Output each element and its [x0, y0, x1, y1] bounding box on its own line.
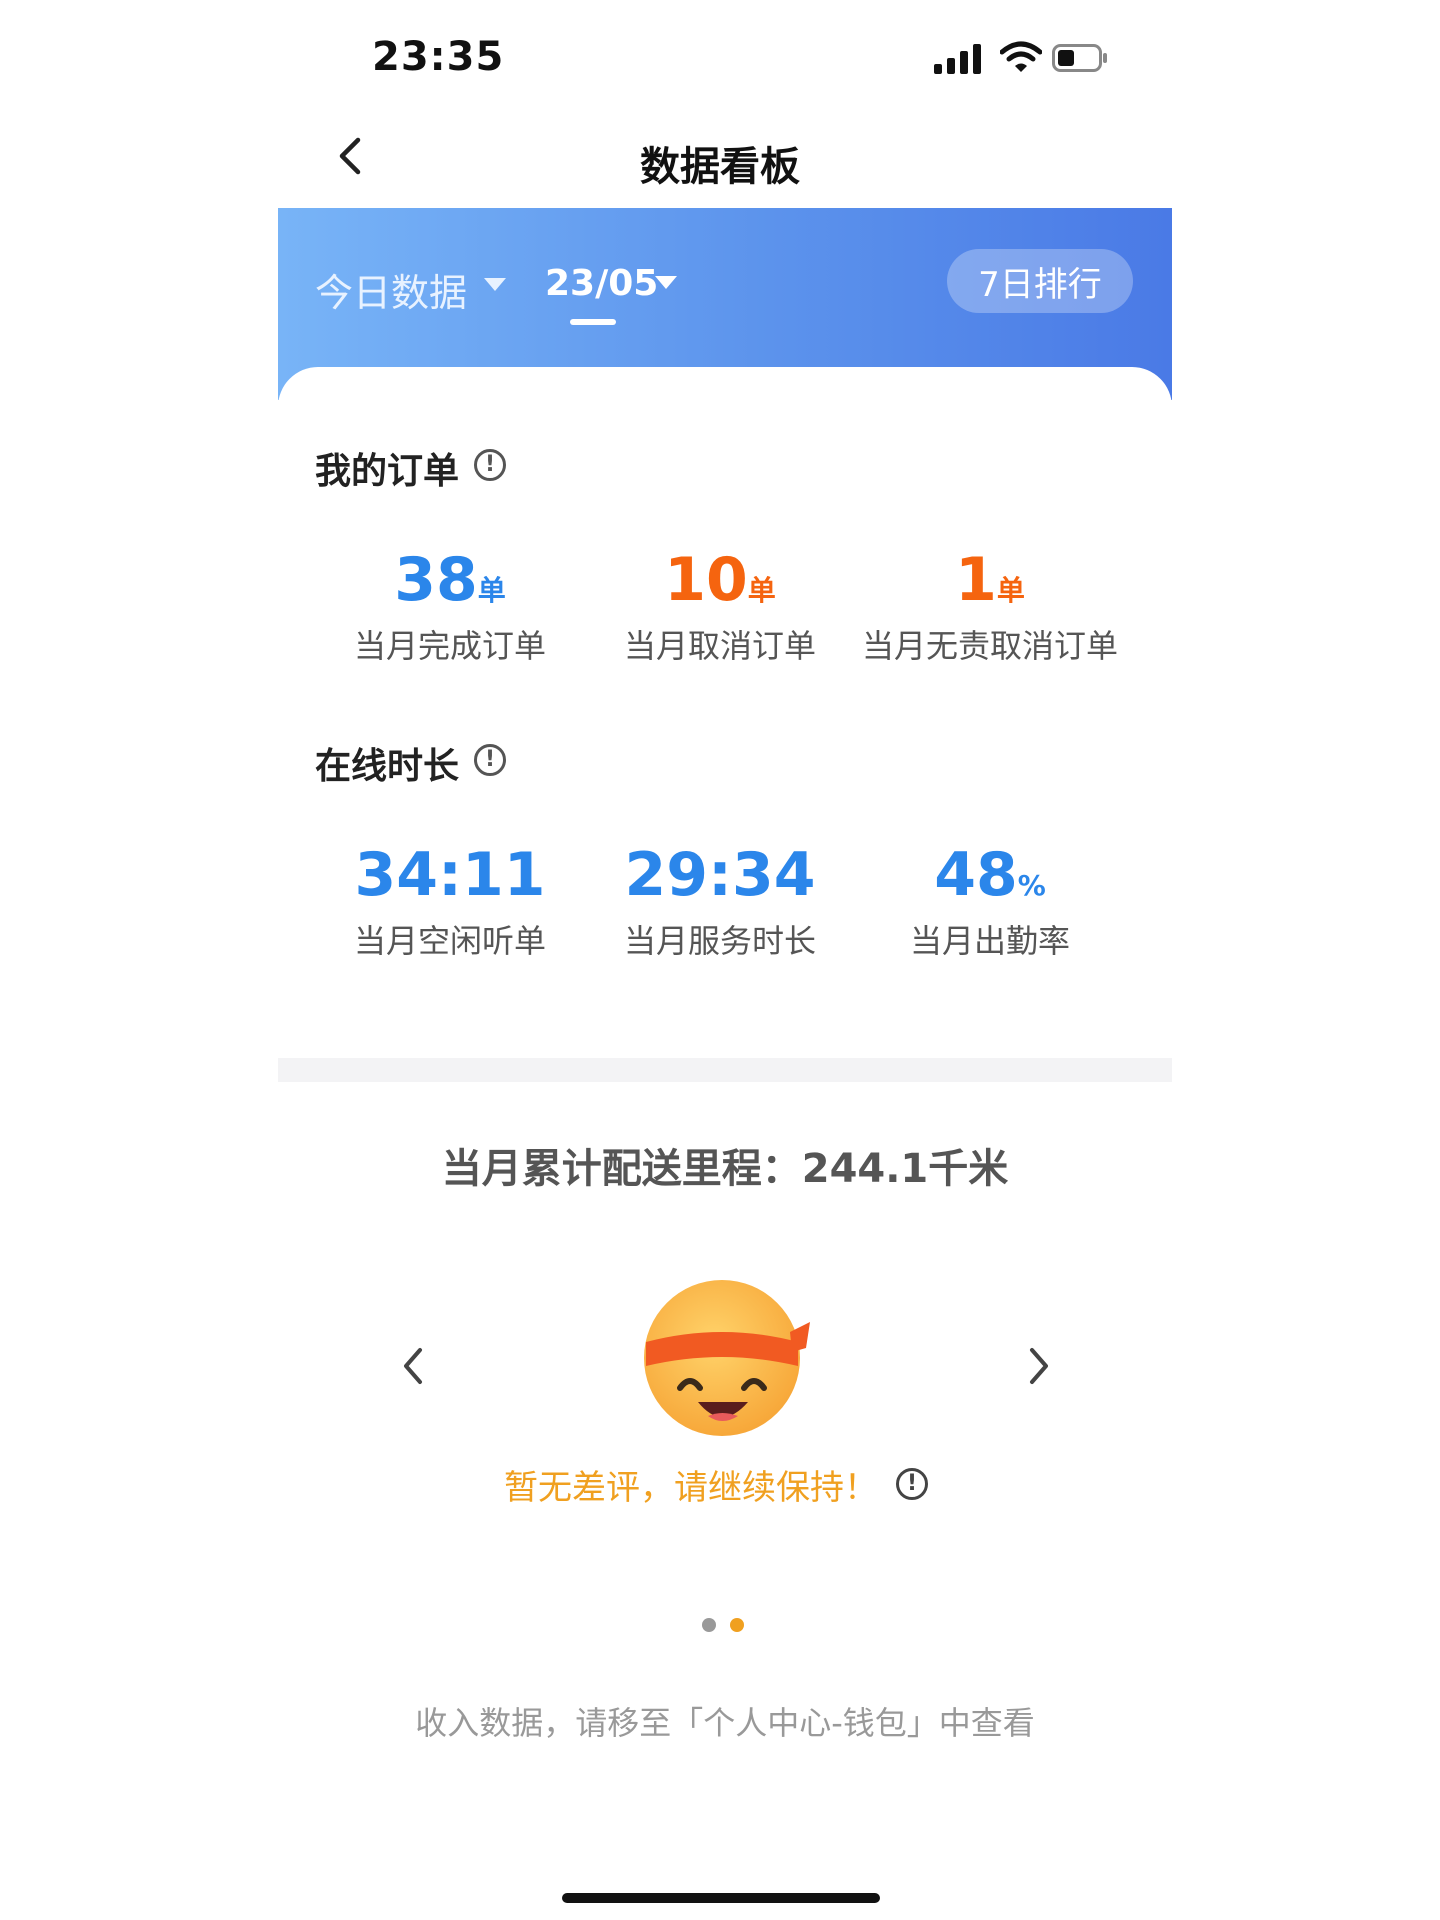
stat-unit: 单: [996, 574, 1025, 607]
home-indicator[interactable]: [562, 1893, 880, 1903]
income-note: 收入数据，请移至「个人中心-钱包」中查看: [415, 1704, 1035, 1742]
stat-value: 34:11: [354, 840, 546, 910]
section-title-orders: 我的订单: [315, 451, 460, 492]
stat-no-fault-cancelled: 1单 当月无责取消订单: [840, 545, 1140, 667]
stat-value: 1: [955, 545, 997, 615]
stat-unit: %: [1017, 869, 1046, 902]
chevron-down-icon[interactable]: [484, 278, 506, 291]
page-title: 数据看板: [640, 144, 800, 190]
stat-attendance-rate: 48% 当月出勤率: [840, 840, 1140, 962]
stat-value: 48: [934, 840, 1018, 910]
pager-dot-active[interactable]: [730, 1618, 744, 1632]
tab-today-data[interactable]: 今日数据: [315, 262, 467, 317]
back-chevron-icon[interactable]: [330, 134, 370, 178]
info-icon[interactable]: !: [474, 449, 506, 481]
battery-icon: [1052, 44, 1107, 72]
stat-unit: 单: [477, 574, 506, 607]
section-title-online: 在线时长: [315, 746, 460, 787]
section-divider: [278, 1058, 1172, 1082]
info-icon[interactable]: !: [474, 744, 506, 776]
stat-value: 10: [664, 545, 748, 615]
pager-dot[interactable]: [702, 1618, 716, 1632]
seven-day-ranking-button[interactable]: 7日排行: [947, 249, 1133, 313]
stat-label: 当月出勤率: [909, 922, 1070, 960]
stat-idle-time: 34:11 当月空闲听单: [300, 840, 600, 962]
carousel-next-icon[interactable]: [1022, 1346, 1056, 1386]
cellular-signal-icon: [934, 44, 981, 74]
date-selector[interactable]: 23/05: [545, 263, 658, 304]
stat-service-time: 29:34 当月服务时长: [570, 840, 870, 962]
review-message: 暂无差评，请继续保持！: [504, 1468, 878, 1508]
stat-value: 29:34: [624, 840, 816, 910]
tab-active-indicator: [570, 319, 616, 325]
stat-label: 当月空闲听单: [353, 922, 546, 960]
stat-value: 38: [394, 545, 478, 615]
stat-unit: 单: [747, 574, 776, 607]
info-icon[interactable]: !: [896, 1468, 928, 1500]
stat-label: 当月取消订单: [623, 627, 816, 665]
stat-label: 当月完成订单: [353, 627, 546, 665]
smiley-headband-icon: [644, 1280, 810, 1436]
status-time: 23:35: [372, 34, 505, 80]
stat-label: 当月无责取消订单: [861, 627, 1118, 665]
stat-cancelled-orders: 10单 当月取消订单: [570, 545, 870, 667]
wifi-icon: [1000, 41, 1042, 72]
carousel-prev-icon[interactable]: [396, 1346, 430, 1386]
stat-completed-orders: 38单 当月完成订单: [300, 545, 600, 667]
stat-label: 当月服务时长: [623, 922, 816, 960]
monthly-mileage: 当月累计配送里程：244.1千米: [441, 1146, 1009, 1192]
chevron-down-icon[interactable]: [655, 276, 677, 289]
